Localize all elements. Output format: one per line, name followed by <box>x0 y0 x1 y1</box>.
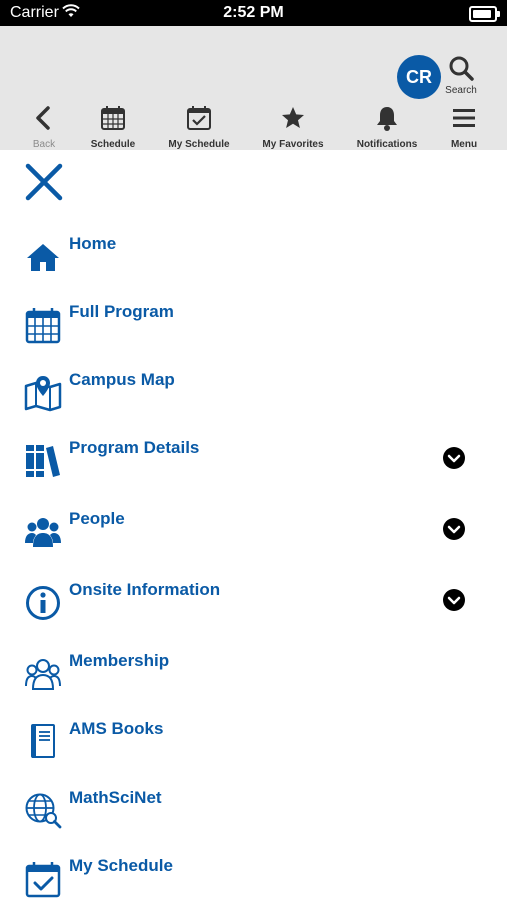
menu-item-label: MathSciNet <box>69 788 162 807</box>
menu-item-program-details[interactable]: Program Details <box>0 438 507 484</box>
menu-item-label: Program Details <box>69 438 200 457</box>
membership-icon <box>25 659 61 690</box>
search-button[interactable]: Search <box>443 54 479 96</box>
globe-search-icon <box>25 793 62 829</box>
search-icon <box>449 56 474 81</box>
schedule-button[interactable]: Schedule <box>86 104 140 150</box>
menu-item-label: Membership <box>69 651 170 670</box>
clock: 2:52 PM <box>223 4 284 21</box>
menu-item-membership[interactable]: Membership <box>0 651 507 697</box>
calendar-check-icon <box>187 106 211 130</box>
menu-item-label: Onsite Information <box>69 580 221 599</box>
menu-item-people[interactable]: People <box>0 509 507 555</box>
battery-icon <box>469 6 500 22</box>
menu-item-label: Full Program <box>69 302 174 321</box>
calendar-icon <box>101 106 125 130</box>
bell-icon <box>377 107 397 131</box>
calendar-icon <box>25 308 61 344</box>
menu-item-label: AMS Books <box>69 719 164 738</box>
menu-item-ams-books[interactable]: AMS Books <box>0 719 507 765</box>
app-header: CR Search Back Schedule My Schedule My F… <box>0 26 507 150</box>
close-menu-button[interactable] <box>24 162 64 202</box>
chevron-left-icon <box>36 106 50 130</box>
info-icon <box>26 586 60 620</box>
hamburger-icon <box>453 109 475 127</box>
menu-label: Menu <box>450 139 478 150</box>
book-icon <box>31 724 55 758</box>
people-icon <box>25 518 61 547</box>
menu-button[interactable]: Menu <box>446 104 482 150</box>
books-icon <box>26 445 60 477</box>
close-icon <box>25 163 63 201</box>
menu-item-full-program[interactable]: Full Program <box>0 302 507 348</box>
chevron-down-icon[interactable] <box>443 589 465 611</box>
menu-item-label: Home <box>69 234 117 253</box>
menu-item-mathscinet[interactable]: MathSciNet <box>0 788 507 834</box>
back-label: Back <box>32 139 56 150</box>
calendar-check-icon <box>25 862 61 898</box>
chevron-down-icon[interactable] <box>443 447 465 469</box>
back-button[interactable]: Back <box>26 104 62 150</box>
my-schedule-label: My Schedule <box>168 139 230 150</box>
menu-item-label: My Schedule <box>69 856 173 875</box>
my-favorites-button[interactable]: My Favorites <box>258 104 328 150</box>
status-bar: Carrier 2:52 PM <box>0 0 507 26</box>
schedule-label: Schedule <box>90 139 136 150</box>
menu-item-campus-map[interactable]: Campus Map <box>0 370 507 416</box>
map-icon <box>24 376 62 412</box>
menu-item-label: People <box>69 509 125 528</box>
search-label: Search <box>445 85 477 96</box>
notifications-label: Notifications <box>356 139 418 150</box>
star-icon <box>282 107 304 128</box>
chevron-down-icon[interactable] <box>443 518 465 540</box>
menu-item-my-schedule[interactable]: My Schedule <box>0 856 507 902</box>
my-schedule-button[interactable]: My Schedule <box>164 104 234 150</box>
avatar[interactable]: CR <box>397 55 441 99</box>
menu-item-label: Campus Map <box>69 370 175 389</box>
menu-item-onsite-information[interactable]: Onsite Information <box>0 580 507 626</box>
menu-item-home[interactable]: Home <box>0 234 507 280</box>
my-favorites-label: My Favorites <box>262 139 324 150</box>
notifications-button[interactable]: Notifications <box>352 104 422 150</box>
home-icon <box>27 244 59 271</box>
